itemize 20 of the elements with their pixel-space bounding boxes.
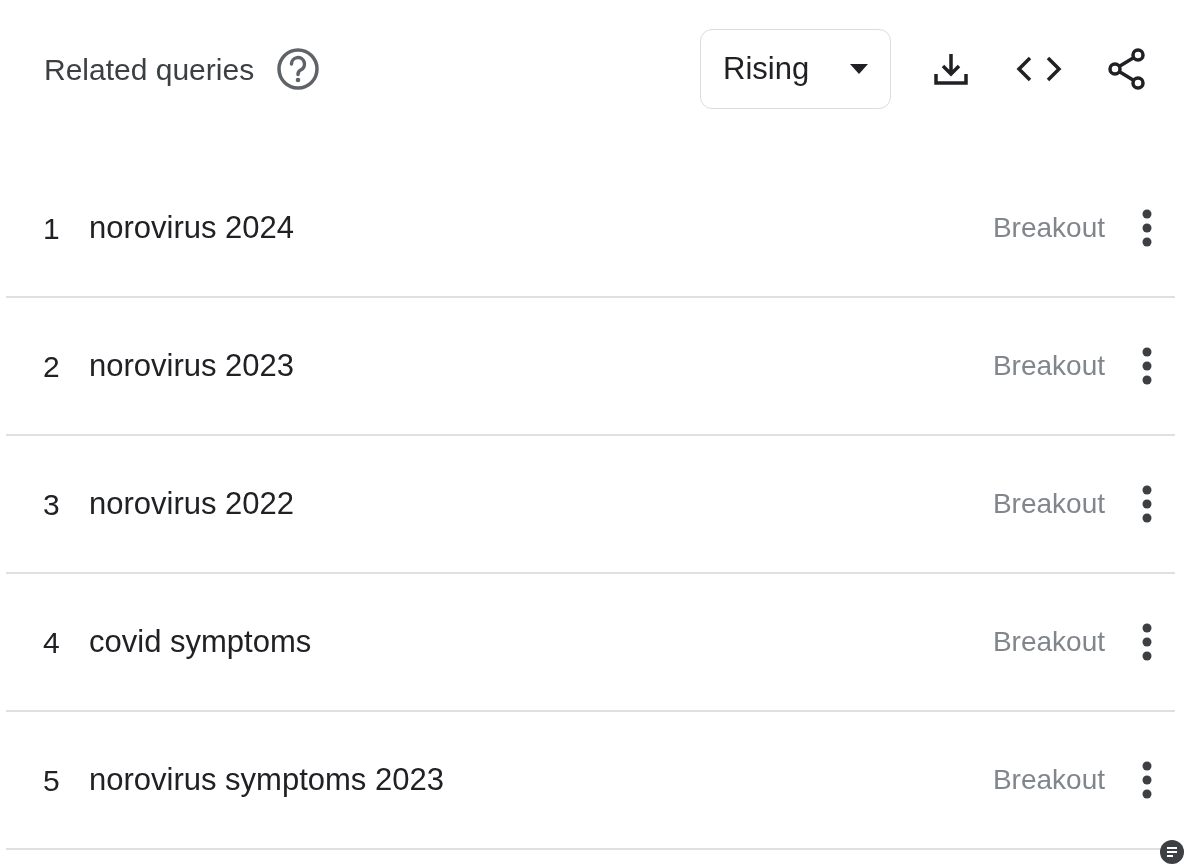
query-link[interactable]: norovirus 2024	[89, 204, 295, 252]
rank-number: 1	[43, 210, 61, 247]
value-label: Breakout	[992, 763, 1105, 797]
value-label: Breakout	[992, 625, 1105, 659]
query-link[interactable]: norovirus 2022	[89, 480, 295, 528]
query-link[interactable]: covid symptoms	[89, 618, 312, 666]
rank-number: 2	[43, 348, 61, 385]
dropdown[interactable]: Rising	[700, 29, 891, 109]
value-label: Breakout	[992, 487, 1105, 521]
query-link[interactable]: norovirus symptoms 2023	[89, 756, 444, 804]
rank-number: 5	[43, 762, 61, 799]
value-label: Breakout	[992, 349, 1105, 383]
caret-icon	[850, 64, 868, 74]
value-label: Breakout	[992, 211, 1105, 245]
rank-number: 4	[43, 624, 61, 661]
rank-number: 3	[43, 486, 61, 523]
help-icon[interactable]	[276, 47, 321, 91]
section-title: Related queries	[44, 51, 255, 88]
widget-icon[interactable]	[1159, 839, 1185, 865]
query-link[interactable]: norovirus 2023	[89, 342, 295, 390]
